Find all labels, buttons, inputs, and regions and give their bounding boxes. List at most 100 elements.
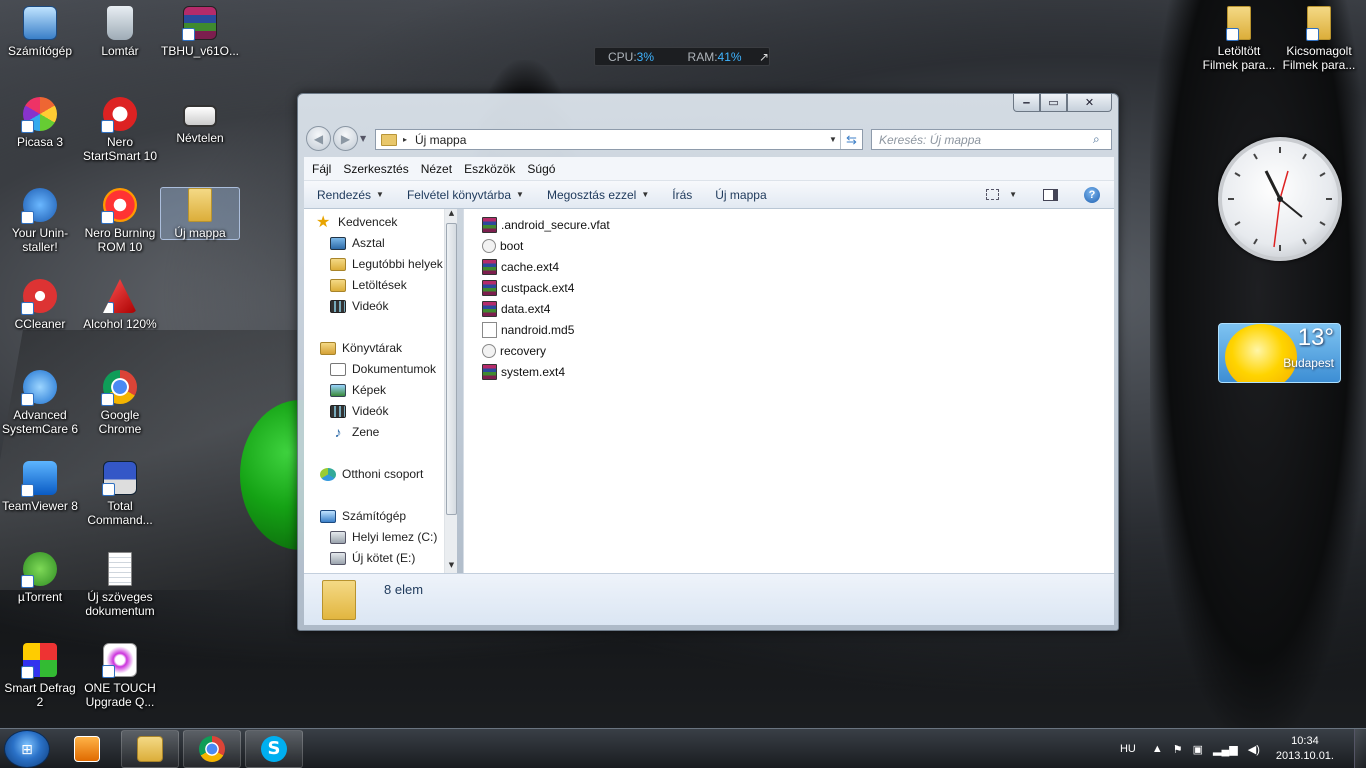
desktop-icon-your-uninstaller[interactable]: Your Unin-staller! xyxy=(0,188,80,254)
address-dropdown-button[interactable]: ▼ xyxy=(826,135,840,144)
desktop-icon-recycle-bin[interactable]: Lomtár xyxy=(80,6,160,58)
desktop-icon-advanced-systemcare[interactable]: Advanced SystemCare 6 xyxy=(0,370,80,436)
desktop-icon-chrome[interactable]: Google Chrome xyxy=(80,370,160,436)
list-item[interactable]: recovery xyxy=(482,341,546,361)
show-desktop-button[interactable] xyxy=(1354,729,1366,768)
nav-computer[interactable]: Számítógép xyxy=(320,506,406,526)
desktop-icon-alcohol[interactable]: Alcohol 120% xyxy=(80,279,160,331)
desktop-icon-total-commander[interactable]: Total Command... xyxy=(80,461,160,527)
menu-tools[interactable]: Eszközök xyxy=(458,162,521,176)
list-item[interactable]: boot xyxy=(482,236,523,256)
language-indicator[interactable]: HU xyxy=(1120,743,1136,755)
item-count: 8 elem xyxy=(384,582,424,597)
list-item[interactable]: system.ext4 xyxy=(482,362,565,382)
nav-videos-fav[interactable]: Videók xyxy=(330,296,388,316)
start-button[interactable]: ⊞ xyxy=(4,730,50,768)
desktop-icon-letoltott-filmek[interactable]: Letöltött Filmek para... xyxy=(1199,6,1279,72)
nav-videos-lib[interactable]: Videók xyxy=(330,401,388,421)
nav-pane-scrollbar[interactable]: ▲ ▼ xyxy=(444,209,457,573)
desktop-icon-picasa[interactable]: Picasa 3 xyxy=(0,97,80,149)
taskbar-chrome[interactable] xyxy=(183,730,241,768)
homegroup-icon xyxy=(320,467,336,481)
list-item[interactable]: .android_secure.vfat xyxy=(482,215,610,235)
desktop-icon-smart-defrag[interactable]: Smart Defrag 2 xyxy=(0,643,80,709)
scrollbar-thumb[interactable] xyxy=(446,223,457,515)
list-item[interactable]: cache.ext4 xyxy=(482,257,559,277)
list-item[interactable]: custpack.ext4 xyxy=(482,278,574,298)
forward-button[interactable]: ▶ xyxy=(333,126,358,151)
nav-downloads[interactable]: Letöltések xyxy=(330,275,407,295)
refresh-button[interactable]: ⇆ xyxy=(840,130,862,149)
nav-pictures[interactable]: Képek xyxy=(330,380,386,400)
nav-favorites[interactable]: ★ Kedvencek xyxy=(316,212,397,232)
recent-pages-dropdown[interactable]: ▼ xyxy=(360,126,370,151)
list-item[interactable]: nandroid.md5 xyxy=(482,320,574,340)
expand-arrow-icon[interactable]: ↗ xyxy=(759,50,769,64)
search-icon[interactable]: ⌕ xyxy=(1093,132,1111,147)
nav-libraries[interactable]: Könyvtárak xyxy=(320,338,402,358)
explorer-window[interactable]: ‒ ▭ ✕ ◀ ▶ ▼ ▸ Új mappa ▼ ⇆ Keresés: Új m… xyxy=(297,93,1119,631)
nav-drive-c[interactable]: Helyi lemez (C:) xyxy=(330,527,437,547)
nav-documents[interactable]: Dokumentumok xyxy=(330,359,436,379)
folder-icon xyxy=(188,188,212,222)
taskbar-media-player[interactable] xyxy=(58,730,116,768)
menu-edit[interactable]: Szerkesztés xyxy=(337,162,414,176)
desktop-icon-tbhu[interactable]: TBHU_v61O... xyxy=(160,6,240,58)
burn-button[interactable]: Írás xyxy=(658,188,701,202)
volume-icon[interactable]: ◀) xyxy=(1248,743,1260,756)
taskbar-clock[interactable]: 10:34 2013.10.01. xyxy=(1276,734,1334,764)
taskbar: ⊞ S HU ▲ ⚑ ▣ ▂▄▆ ◀) 10:34 2013.10.01. xyxy=(0,728,1366,768)
menu-help[interactable]: Súgó xyxy=(521,162,561,176)
scroll-up-icon[interactable]: ▲ xyxy=(445,209,458,221)
preview-pane-button[interactable] xyxy=(1043,188,1058,201)
breadcrumb-current[interactable]: Új mappa xyxy=(415,133,826,147)
desktop-icon-teamviewer[interactable]: TeamViewer 8 xyxy=(0,461,80,513)
desktop-icon-utorrent[interactable]: µTorrent xyxy=(0,552,80,604)
folder-shortcut-icon xyxy=(1226,6,1251,41)
desktop-icon-kicsomagolt-filmek[interactable]: Kicsomagolt Filmek para... xyxy=(1279,6,1359,72)
search-input[interactable]: Keresés: Új mappa ⌕ xyxy=(871,129,1112,150)
desktop-icon-label: Névtelen xyxy=(176,131,224,145)
desktop-icon-uj-mappa[interactable]: Új mappa xyxy=(160,187,240,240)
close-button[interactable]: ✕ xyxy=(1067,94,1112,112)
change-view-button[interactable]: ▼ xyxy=(986,189,1017,200)
organize-button[interactable]: Rendezés ▼ xyxy=(304,188,393,202)
help-button[interactable]: ? xyxy=(1084,186,1100,203)
menu-file[interactable]: Fájl xyxy=(304,162,337,176)
weather-gadget[interactable]: 13° Budapest xyxy=(1218,323,1341,383)
nav-desktop[interactable]: Asztal xyxy=(330,233,385,253)
list-item[interactable]: data.ext4 xyxy=(482,299,550,319)
nav-homegroup[interactable]: Otthoni csoport xyxy=(320,464,423,484)
nav-recent-places[interactable]: Legutóbbi helyek xyxy=(330,254,443,274)
cpu-meter-gadget[interactable]: CPU:3% RAM:41% ↗ xyxy=(594,47,770,66)
desktop-icon-nero-startsmart[interactable]: Nero StartSmart 10 xyxy=(80,97,160,163)
nav-music[interactable]: ♪ Zene xyxy=(330,422,380,442)
back-button[interactable]: ◀ xyxy=(306,126,331,151)
desktop-icon-nero-burning-rom[interactable]: Nero Burning ROM 10 xyxy=(80,188,160,254)
chevron-down-icon: ▼ xyxy=(376,190,384,199)
hard-drive-icon xyxy=(330,530,346,544)
device-icon[interactable]: ▣ xyxy=(1193,743,1203,756)
minimize-button[interactable]: ‒ xyxy=(1013,94,1040,112)
address-bar[interactable]: ▸ Új mappa ▼ ⇆ xyxy=(375,129,863,150)
include-in-library-button[interactable]: Felvétel könyvtárba ▼ xyxy=(393,188,533,202)
show-hidden-icons-icon[interactable]: ▲ xyxy=(1152,743,1163,756)
nav-buttons: ◀ ▶ ▼ xyxy=(306,126,370,151)
scroll-down-icon[interactable]: ▼ xyxy=(445,561,458,573)
desktop-icon-ccleaner[interactable]: CCleaner xyxy=(0,279,80,331)
breadcrumb-arrow-icon[interactable]: ▸ xyxy=(403,135,407,144)
taskbar-explorer[interactable] xyxy=(121,730,179,768)
network-icon[interactable]: ▂▄▆ xyxy=(1213,743,1238,756)
menu-view[interactable]: Nézet xyxy=(415,162,458,176)
desktop-icon-one-touch[interactable]: ONE TOUCH Upgrade Q... xyxy=(80,643,160,709)
clock-gadget[interactable] xyxy=(1218,137,1342,261)
nav-drive-e[interactable]: Új kötet (E:) xyxy=(330,548,415,568)
taskbar-skype[interactable]: S xyxy=(245,730,303,768)
share-with-button[interactable]: Megosztás ezzel ▼ xyxy=(533,188,658,202)
action-center-flag-icon[interactable]: ⚑ xyxy=(1173,743,1183,756)
desktop-icon-new-text-document[interactable]: Új szöveges dokumentum xyxy=(80,552,160,618)
desktop-icon-nevtelen[interactable]: Névtelen xyxy=(160,97,240,145)
new-folder-button[interactable]: Új mappa xyxy=(701,188,775,202)
desktop-icon-computer[interactable]: Számítógép xyxy=(0,6,80,58)
maximize-button[interactable]: ▭ xyxy=(1040,94,1067,112)
